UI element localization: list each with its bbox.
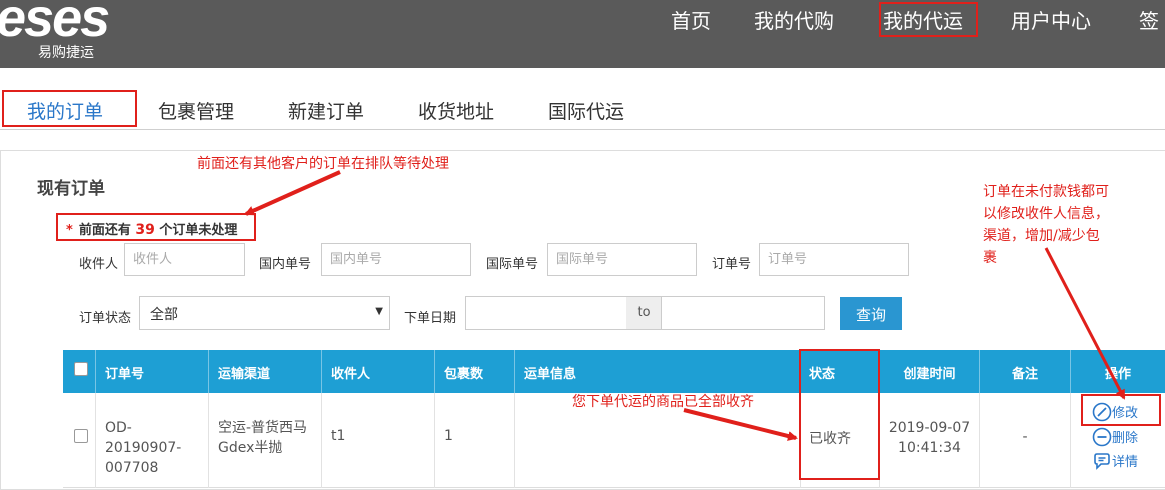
delete-label: 删除 xyxy=(1112,431,1139,446)
nav-user-center[interactable]: 用户中心 xyxy=(1011,5,1091,34)
nav-home[interactable]: 首页 xyxy=(671,5,711,34)
col-remark: 备注 xyxy=(980,350,1071,393)
nav-highlight-box xyxy=(879,2,978,37)
minus-circle-icon xyxy=(1092,427,1112,447)
edit-note-line1: 订单在未付款钱都可 xyxy=(983,184,1109,200)
domestic-no-label: 国内单号 xyxy=(259,257,312,272)
required-star: * xyxy=(66,223,73,238)
channel-line1: 空运-普货西马 xyxy=(218,420,308,436)
detail-label: 详情 xyxy=(1112,455,1139,470)
tab-international-shipping[interactable]: 国际代运 xyxy=(548,97,624,124)
order-tabs: 我的订单 包裹管理 新建订单 收货地址 国际代运 xyxy=(0,90,1165,130)
intl-no-input[interactable] xyxy=(547,243,697,276)
edit-note-line4: 裹 xyxy=(983,250,997,266)
order-no-cell: OD-20190907- 007708 xyxy=(96,393,209,488)
detail-action[interactable]: 详情 xyxy=(1092,451,1138,471)
pending-prefix: 前面还有 xyxy=(78,223,131,238)
tab-new-order[interactable]: 新建订单 xyxy=(288,97,364,124)
created-cell: 2019-09-07 10:41:34 xyxy=(880,393,980,488)
nav-my-purchases[interactable]: 我的代购 xyxy=(754,5,834,34)
tab-shipping-address[interactable]: 收货地址 xyxy=(418,97,494,124)
status-highlight-box xyxy=(799,349,880,480)
date-to-input[interactable] xyxy=(661,296,825,330)
order-no-input[interactable] xyxy=(759,243,909,276)
recipient-label: 收件人 xyxy=(79,257,119,272)
select-all-cell xyxy=(63,350,96,393)
order-no-label: 订单号 xyxy=(712,257,752,272)
queue-annotation: 前面还有其他客户的订单在排队等待处理 xyxy=(197,156,449,172)
select-all-checkbox[interactable] xyxy=(74,362,88,376)
order-no-line2: 007708 xyxy=(105,460,159,476)
col-packages: 包裹数 xyxy=(435,350,515,393)
edit-note-line2: 以修改收件人信息， xyxy=(983,206,1109,222)
created-time: 10:41:34 xyxy=(898,440,961,456)
section-title: 现有订单 xyxy=(37,179,105,199)
nav-sign[interactable]: 签 xyxy=(1139,5,1159,34)
col-channel: 运输渠道 xyxy=(209,350,322,393)
order-status-label: 订单状态 xyxy=(79,311,132,326)
packages-cell: 1 xyxy=(435,393,515,488)
order-no-line1: OD-20190907- xyxy=(105,420,182,456)
domestic-no-input[interactable] xyxy=(321,243,471,276)
remark-cell: - xyxy=(980,393,1071,488)
chevron-down-icon: ▼ xyxy=(375,306,383,317)
edit-highlight-box xyxy=(1081,394,1161,426)
col-recipient: 收件人 xyxy=(322,350,435,393)
pending-count: 39 xyxy=(135,222,155,238)
status-annotation: 您下单代运的商品已全部收齐 xyxy=(572,394,754,410)
order-status-select[interactable]: 全部 ▼ xyxy=(139,296,390,330)
recipient-input[interactable] xyxy=(124,243,245,276)
query-button[interactable]: 查询 xyxy=(840,297,902,330)
tab-package-management[interactable]: 包裹管理 xyxy=(158,97,234,124)
col-order-no: 订单号 xyxy=(96,350,209,393)
chat-bubble-icon xyxy=(1094,453,1110,470)
row-select-cell xyxy=(63,393,96,488)
orders-table-header: 订单号 运输渠道 收件人 包裹数 运单信息 状态 创建时间 备注 操作 xyxy=(63,350,1165,393)
order-status-value: 全部 xyxy=(150,307,178,323)
col-created: 创建时间 xyxy=(880,350,980,393)
row-checkbox[interactable] xyxy=(74,429,88,443)
col-actions: 操作 xyxy=(1104,367,1131,382)
delete-action[interactable]: 删除 xyxy=(1092,427,1138,447)
pending-suffix: 个订单未处理 xyxy=(159,223,238,238)
col-waybill: 运单信息 xyxy=(515,350,801,393)
date-from-input[interactable] xyxy=(465,296,627,330)
recipient-cell: t1 xyxy=(322,393,435,488)
tab-my-orders[interactable]: 我的订单 xyxy=(27,97,103,124)
date-range-separator: to xyxy=(626,296,662,330)
pending-orders-notice: * 前面还有 39 个订单未处理 xyxy=(56,213,256,241)
channel-line2: Gdex半抛 xyxy=(218,440,283,456)
created-date: 2019-09-07 xyxy=(888,420,971,436)
edit-annotation: 订单在未付款钱都可 以修改收件人信息， 渠道，增加/减少包 裹 xyxy=(983,181,1109,269)
edit-note-line3: 渠道，增加/减少包 xyxy=(983,228,1100,244)
logo-subtitle: 易购捷运 xyxy=(38,45,94,61)
order-date-label: 下单日期 xyxy=(404,311,457,326)
top-header: eses 易购捷运 首页 我的代购 我的代运 用户中心 签 xyxy=(0,0,1165,68)
channel-cell: 空运-普货西马 Gdex半抛 xyxy=(209,393,322,488)
logo-text: eses xyxy=(0,0,109,48)
intl-no-label: 国际单号 xyxy=(486,257,539,272)
